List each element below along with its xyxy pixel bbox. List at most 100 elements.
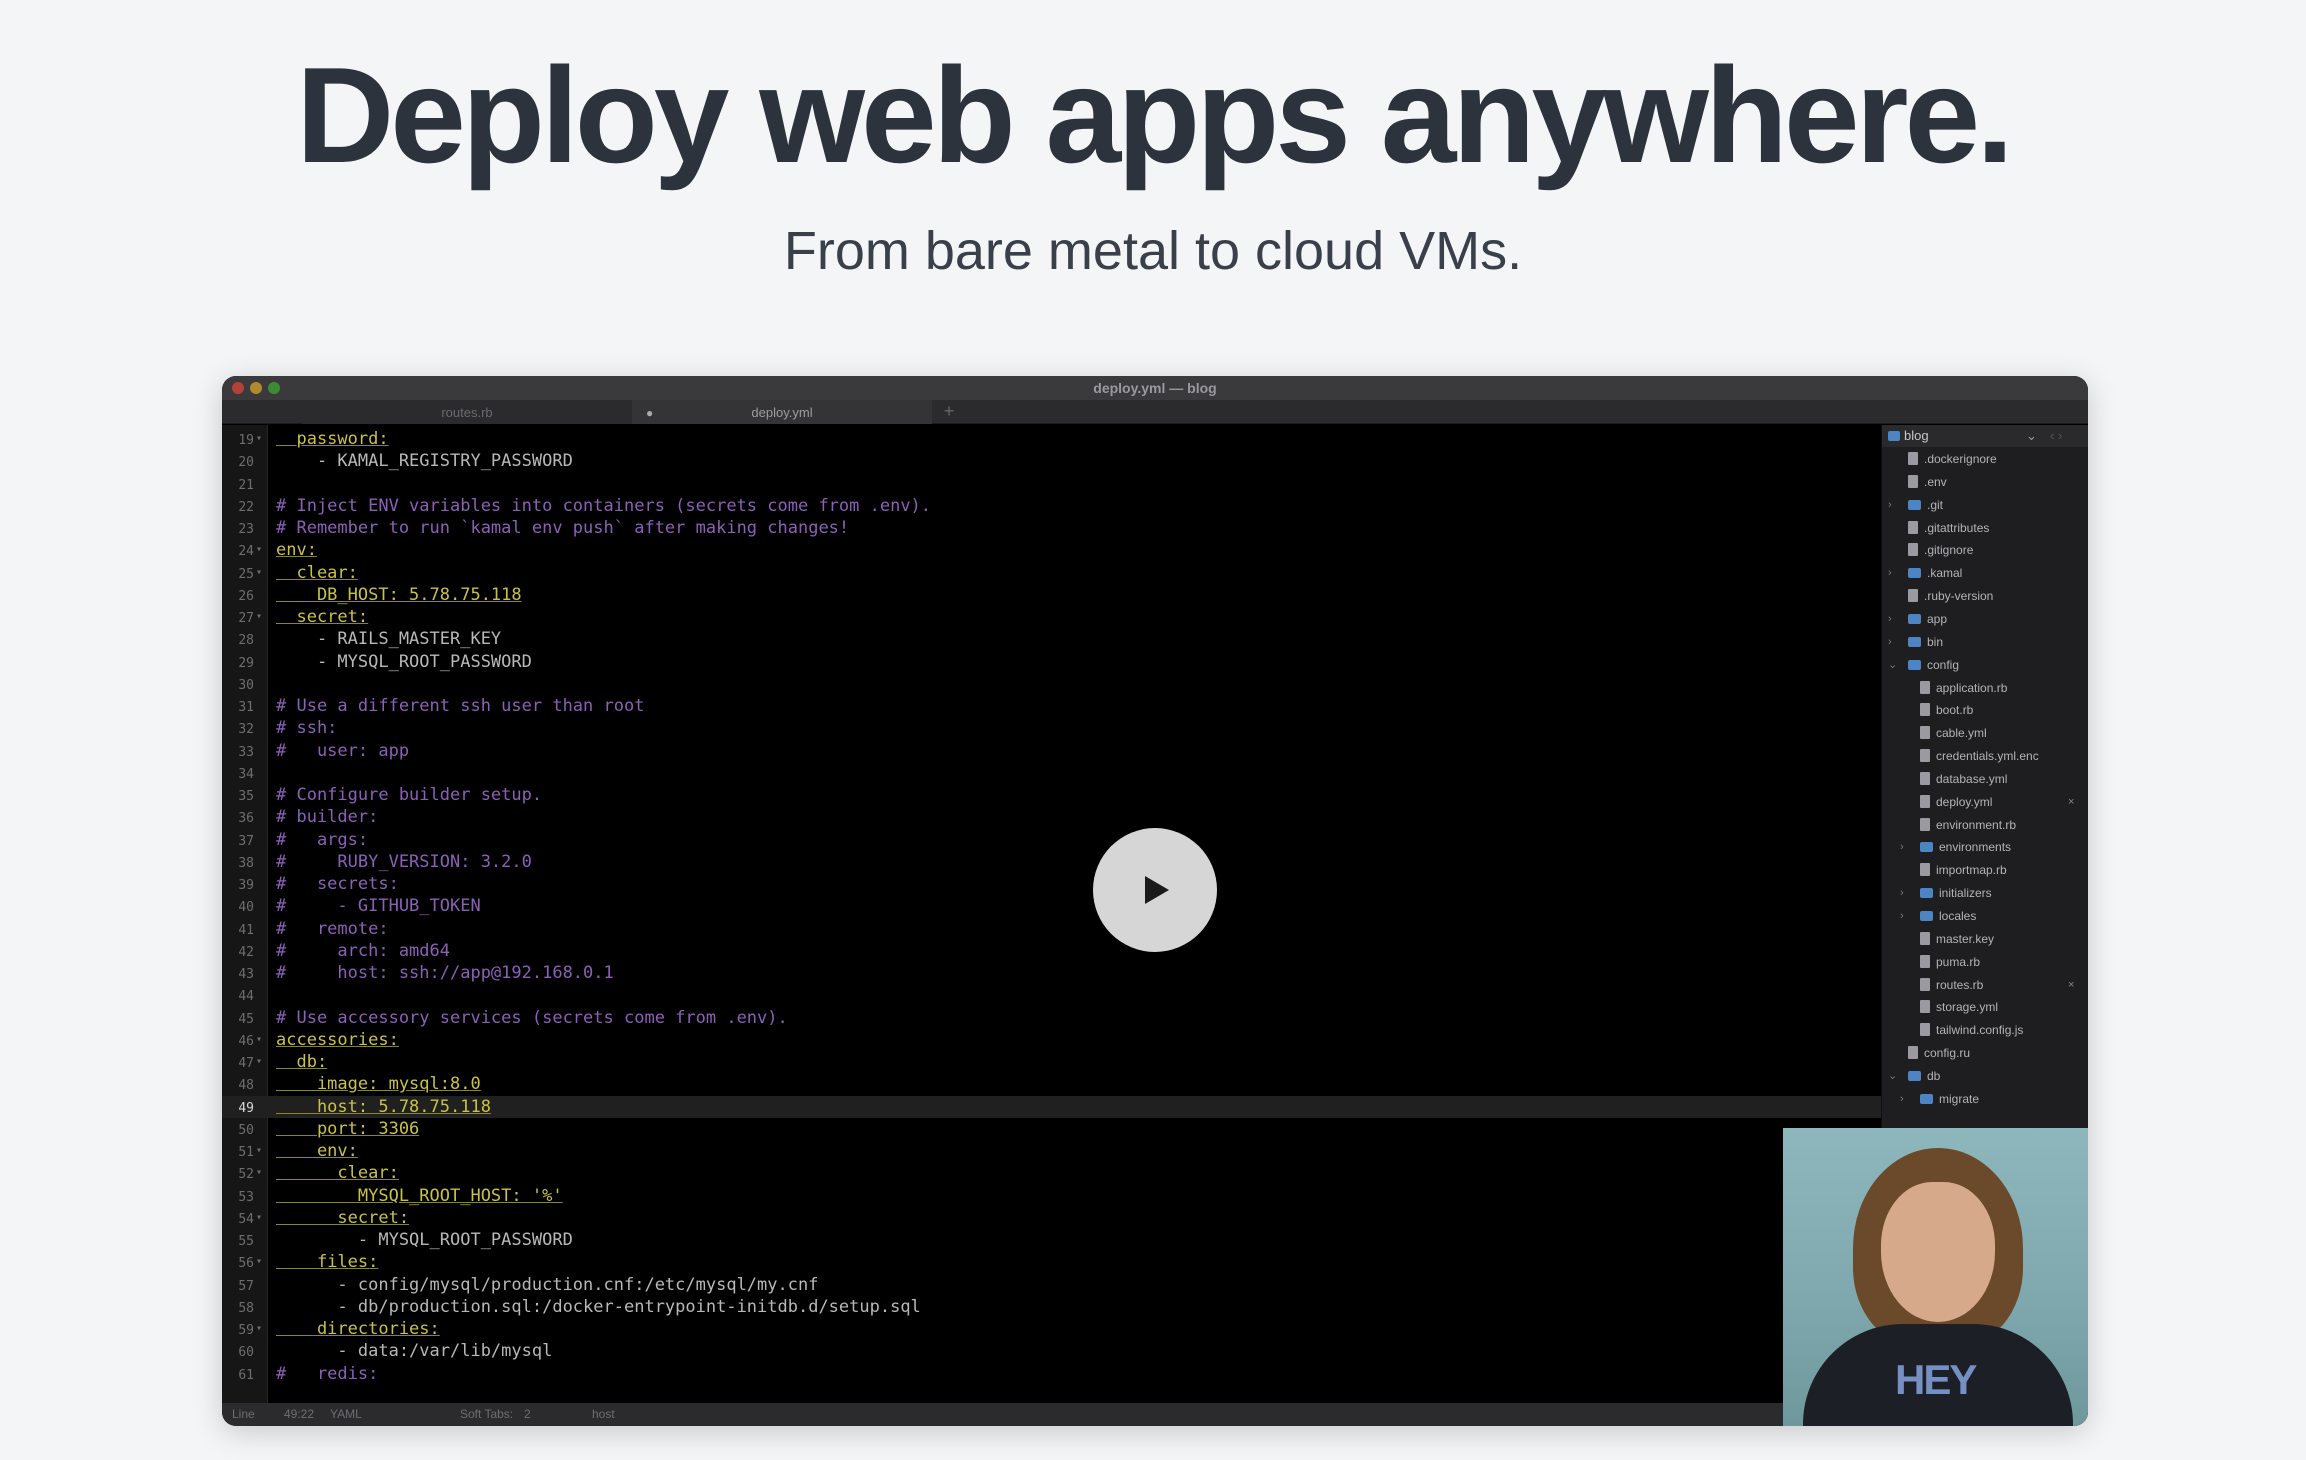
file-icon <box>1920 977 1930 991</box>
folder-icon <box>1908 1070 1921 1081</box>
fold-arrow-icon: ▾ <box>256 566 263 578</box>
file-tree-label: storage.yml <box>1936 1000 1999 1015</box>
hero-subtitle: From bare metal to cloud VMs. <box>783 221 1523 281</box>
file-icon <box>1908 474 1918 488</box>
code-line: 29 - MYSQL_ROOT_PASSWORD <box>222 651 1881 673</box>
file-tree-item: master.key <box>1920 928 1994 951</box>
code-text: # host: ssh://app@192.168.0.1 <box>276 963 614 983</box>
code-line: 50 port: 3306 <box>222 1118 1881 1140</box>
fold-arrow-icon: ▾ <box>256 611 263 622</box>
line-number: 25 <box>238 566 254 582</box>
line-number: 29 <box>238 655 254 671</box>
code-text: - RAILS_MASTER_KEY <box>276 629 502 650</box>
file-tree-label: initializers <box>1939 886 1992 901</box>
code-text: clear: <box>276 562 358 583</box>
line-number: 47 <box>238 1056 254 1071</box>
file-tree-label: .dockerignore <box>1924 452 1997 466</box>
file-tree-label: master.key <box>1936 931 1995 946</box>
line-number: 19 <box>238 433 254 448</box>
code-text: # remote: <box>276 918 389 939</box>
code-line: 28 - RAILS_MASTER_KEY <box>222 628 1881 650</box>
code-text: - MYSQL_ROOT_PASSWORD <box>276 651 532 672</box>
tab-routes-rb: routes.rb <box>302 400 632 424</box>
line-number: 37 <box>238 833 254 849</box>
presenter-face <box>1881 1182 1995 1322</box>
code-text: # builder: <box>276 807 379 828</box>
fold-arrow-icon: ▾ <box>256 1033 263 1045</box>
code-text: # user: app <box>276 740 410 761</box>
video-player[interactable]: deploy.yml — blog routes.rb ● deploy.yml… <box>222 376 2088 1426</box>
code-line: 44 <box>222 984 1881 1006</box>
play-button[interactable] <box>1093 828 1217 952</box>
code-line: 57 - config/mysql/production.cnf:/etc/my… <box>222 1274 1881 1296</box>
file-tree-label: environments <box>1939 840 2012 855</box>
file-tree-item: ⌄ db <box>1888 1065 1940 1088</box>
editor-titlebar: deploy.yml — blog <box>222 376 2088 400</box>
line-number: 21 <box>238 477 254 493</box>
code-text: # Use accessory services (secrets come f… <box>276 1007 788 1028</box>
line-number: 57 <box>238 1278 254 1294</box>
code-line: 36 # builder: <box>222 806 1881 828</box>
file-tree-item: .dockerignore <box>1908 448 1997 471</box>
file-tree-label: config.ru <box>1924 1046 1971 1061</box>
code-line: 22 # Inject ENV variables into containers… <box>222 495 1881 517</box>
folder-icon <box>1920 911 1933 921</box>
code-text: DB_HOST: 5.78.75.118 <box>276 584 522 605</box>
code-line: 32 # ssh: <box>222 717 1881 739</box>
line-number: 30 <box>238 677 254 693</box>
hero-title: Deploy web apps anywhere. <box>296 39 2014 191</box>
file-tree-label: deploy.yml <box>1936 794 1993 809</box>
line-number: 28 <box>238 633 254 649</box>
code-text: env: <box>276 1141 358 1161</box>
file-tree-label: credentials.yml.enc <box>1936 749 2039 764</box>
file-icon <box>1920 680 1930 694</box>
add-tab-icon: + <box>943 401 955 421</box>
chevron-down-icon: ⌄ <box>1888 1069 1898 1082</box>
file-tree-item: .ruby-version <box>1908 585 1993 608</box>
folder-icon <box>1888 431 1900 441</box>
code-line: 55 - MYSQL_ROOT_PASSWORD <box>222 1229 1881 1251</box>
code-line: 21 <box>222 473 1881 495</box>
fold-arrow-icon: ▾ <box>256 1145 263 1156</box>
file-tree-item: .gitattributes <box>1908 517 1989 540</box>
file-tree-label: cable.yml <box>1936 726 1987 741</box>
code-line: 26 DB_HOST: 5.78.75.118 <box>222 584 1881 606</box>
code-line: 54 ▾ secret: <box>222 1207 1881 1229</box>
folder-icon <box>1908 636 1921 647</box>
file-tree-label: database.yml <box>1936 771 2008 786</box>
code-text: # secrets: <box>276 874 399 894</box>
fold-arrow-icon: ▾ <box>256 1256 263 1268</box>
file-tree-item: › .kamal <box>1888 562 1962 585</box>
file-tree-label: routes.rb <box>1936 977 1984 992</box>
file-tree-item: › bin <box>1888 631 1943 654</box>
fold-arrow-icon: ▾ <box>256 433 263 444</box>
tab-deploy-yml: ● deploy.yml <box>632 400 932 424</box>
file-tree-item: ⌄ config <box>1888 654 1959 677</box>
file-icon <box>1920 954 1930 968</box>
code-line: 46 ▾ accessories: <box>222 1029 1881 1051</box>
line-number: 53 <box>238 1189 254 1205</box>
code-text: - KAMAL_REGISTRY_PASSWORD <box>276 451 573 472</box>
chevron-right-icon: › <box>1900 910 1904 922</box>
line-number: 52 <box>238 1167 254 1183</box>
code-text: secret: <box>276 607 369 627</box>
chevron-right-icon: › <box>1888 612 1892 625</box>
code-text: # arch: amd64 <box>276 940 450 961</box>
file-icon <box>1920 794 1930 808</box>
status-language: YAML <box>330 1407 362 1421</box>
code-line: 42 # arch: amd64 <box>222 940 1881 962</box>
code-line: 19 ▾ password: <box>222 428 1881 450</box>
code-line: 51 ▾ env: <box>222 1140 1881 1162</box>
file-icon <box>1920 771 1930 785</box>
status-line-label: Line <box>232 1407 255 1421</box>
status-symbol: host <box>592 1407 615 1421</box>
file-tree-item: .env <box>1908 471 1947 494</box>
code-text: # Remember to run `kamal env push` after… <box>276 518 850 538</box>
file-tree-label: .env <box>1924 474 1947 489</box>
line-number: 22 <box>238 499 254 515</box>
file-tree-item: › environments <box>1900 836 2012 859</box>
history-nav-icon: ‹ › <box>2050 428 2063 443</box>
status-tabs: Soft Tabs: <box>460 1407 514 1421</box>
file-tree-label: .git <box>1927 497 1944 512</box>
file-tree-item: › migrate <box>1900 1088 1979 1111</box>
